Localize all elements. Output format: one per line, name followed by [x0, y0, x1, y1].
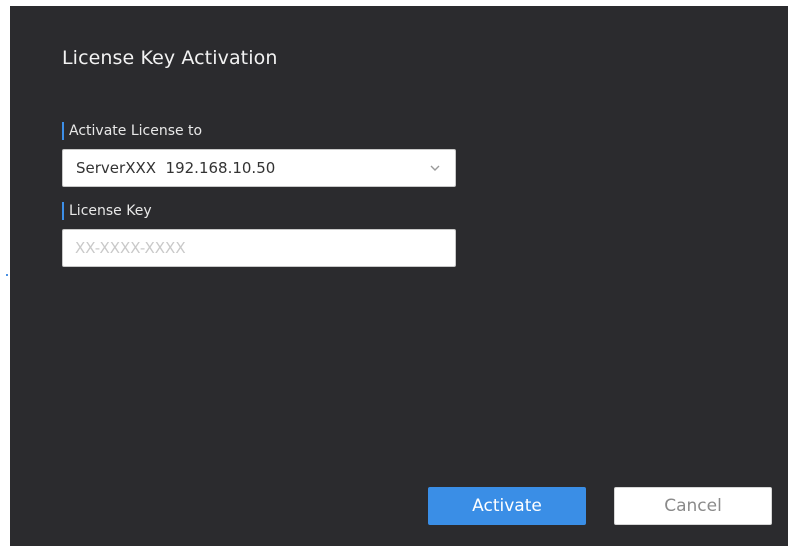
focus-indicator-dot: [6, 274, 8, 276]
chevron-down-icon: [430, 165, 440, 171]
server-select[interactable]: ServerXXX 192.168.10.50: [62, 149, 456, 187]
cancel-button[interactable]: Cancel: [614, 487, 772, 525]
dialog-title: License Key Activation: [62, 47, 278, 69]
license-key-label: License Key: [62, 202, 152, 220]
activate-to-label: Activate License to: [62, 122, 202, 140]
server-select-value: ServerXXX 192.168.10.50: [76, 159, 276, 177]
license-activation-dialog: License Key Activation Activate License …: [10, 6, 788, 546]
license-key-input[interactable]: [62, 229, 456, 267]
activate-button[interactable]: Activate: [428, 487, 586, 525]
